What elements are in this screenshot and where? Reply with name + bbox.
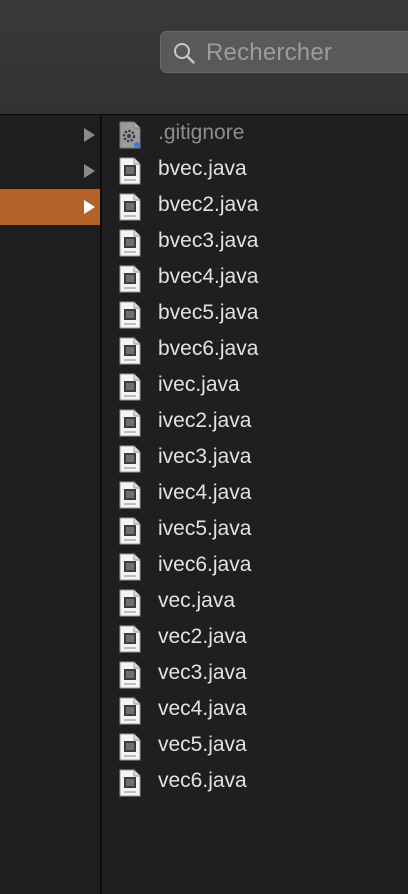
file-name: ivec5.java <box>158 517 252 540</box>
java-file-icon <box>119 445 141 473</box>
java-file-icon <box>119 517 141 545</box>
finder-window: Rechercher .gitignore bvec.java bvec2.ja <box>0 0 408 894</box>
java-file-icon <box>119 589 141 617</box>
file-name: ivec6.java <box>158 553 252 576</box>
file-row[interactable]: ivec4.java <box>102 477 408 513</box>
parent-column[interactable] <box>0 115 102 894</box>
file-row[interactable]: ivec5.java <box>102 513 408 549</box>
file-name: .gitignore <box>158 121 245 144</box>
file-row[interactable]: bvec4.java <box>102 261 408 297</box>
file-row[interactable]: ivec.java <box>102 369 408 405</box>
file-row[interactable]: ivec6.java <box>102 549 408 585</box>
file-row[interactable]: bvec5.java <box>102 297 408 333</box>
java-file-icon <box>119 661 141 689</box>
java-file-icon <box>119 157 141 185</box>
file-name: bvec2.java <box>158 193 259 216</box>
file-name: vec3.java <box>158 661 247 684</box>
file-name: vec5.java <box>158 733 247 756</box>
gear-doc-icon <box>119 121 141 149</box>
file-row[interactable]: vec6.java <box>102 765 408 801</box>
file-row[interactable]: vec2.java <box>102 621 408 657</box>
java-file-icon <box>119 481 141 509</box>
file-name: ivec4.java <box>158 481 252 504</box>
java-file-icon <box>119 337 141 365</box>
file-row[interactable]: ivec2.java <box>102 405 408 441</box>
java-file-icon <box>119 697 141 725</box>
file-name: bvec6.java <box>158 337 259 360</box>
file-row[interactable]: bvec3.java <box>102 225 408 261</box>
java-file-icon <box>119 193 141 221</box>
file-row[interactable]: .gitignore <box>102 117 408 153</box>
file-name: ivec2.java <box>158 409 252 432</box>
java-file-icon <box>119 733 141 761</box>
search-icon <box>174 43 195 64</box>
java-file-icon <box>119 769 141 797</box>
disclosure-arrow-icon <box>84 128 95 142</box>
folder-row[interactable] <box>0 117 100 153</box>
file-name: vec2.java <box>158 625 247 648</box>
file-row[interactable]: vec5.java <box>102 729 408 765</box>
file-name: vec4.java <box>158 697 247 720</box>
search-placeholder: Rechercher <box>206 39 333 66</box>
file-list-column[interactable]: .gitignore bvec.java bvec2.java bvec3.ja… <box>102 115 408 894</box>
java-file-icon <box>119 409 141 437</box>
java-file-icon <box>119 301 141 329</box>
file-name: bvec3.java <box>158 229 259 252</box>
file-name: bvec4.java <box>158 265 259 288</box>
file-name: vec.java <box>158 589 236 612</box>
file-row[interactable]: bvec.java <box>102 153 408 189</box>
file-row[interactable]: vec4.java <box>102 693 408 729</box>
file-name: ivec.java <box>158 373 240 396</box>
file-row[interactable]: bvec2.java <box>102 189 408 225</box>
file-row[interactable]: ivec3.java <box>102 441 408 477</box>
file-row[interactable]: bvec6.java <box>102 333 408 369</box>
java-file-icon <box>119 229 141 257</box>
java-file-icon <box>119 373 141 401</box>
file-row[interactable]: vec.java <box>102 585 408 621</box>
disclosure-arrow-icon <box>84 200 95 214</box>
java-file-icon <box>119 553 141 581</box>
folder-row[interactable] <box>0 153 100 189</box>
file-name: bvec.java <box>158 157 247 180</box>
disclosure-arrow-icon <box>84 164 95 178</box>
folder-row-selected[interactable] <box>0 189 100 225</box>
search-field[interactable]: Rechercher <box>160 31 408 73</box>
java-file-icon <box>119 625 141 653</box>
file-name: bvec5.java <box>158 301 259 324</box>
java-file-icon <box>119 265 141 293</box>
file-name: ivec3.java <box>158 445 252 468</box>
file-name: vec6.java <box>158 769 247 792</box>
toolbar: Rechercher <box>0 0 408 115</box>
file-row[interactable]: vec3.java <box>102 657 408 693</box>
